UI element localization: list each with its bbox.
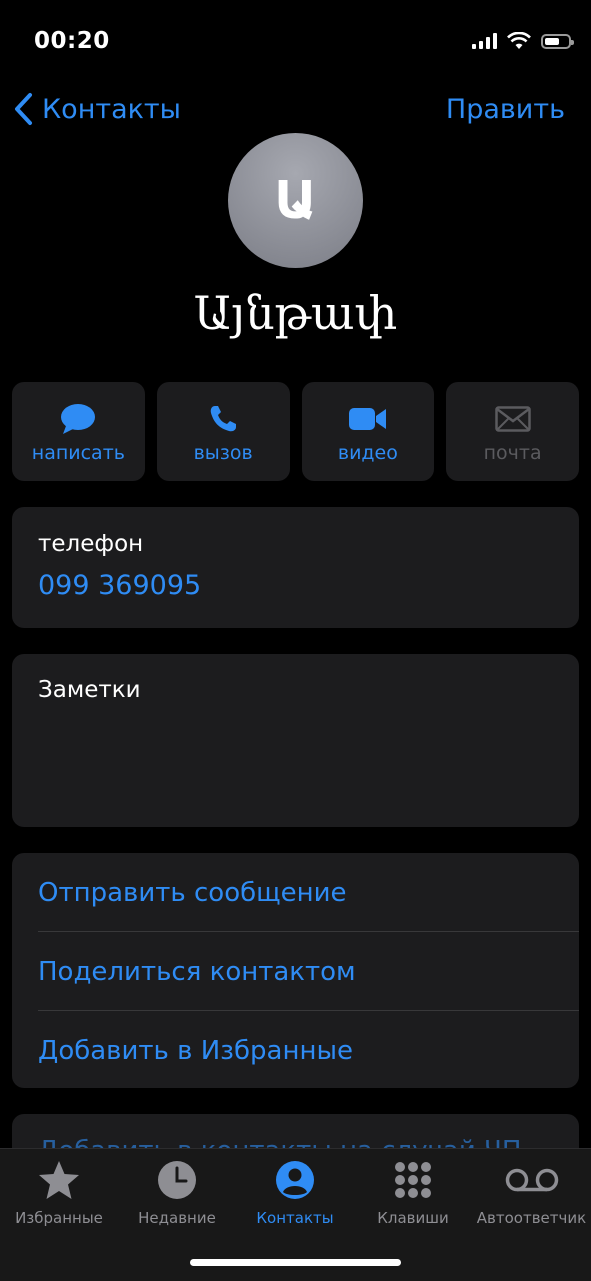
back-button[interactable]: Контакты — [12, 92, 181, 126]
tab-voicemail[interactable]: Автоответчик — [472, 1159, 591, 1227]
tab-contacts[interactable]: Контакты — [236, 1159, 354, 1227]
add-to-favorites-link[interactable]: Добавить в Избранные — [38, 1011, 579, 1090]
avatar: Ա — [228, 133, 363, 268]
clock-icon — [158, 1161, 196, 1199]
notes-label: Заметки — [38, 677, 141, 703]
video-action-label: видео — [337, 441, 398, 464]
mail-icon — [494, 405, 531, 432]
contact-name: Այնթափ — [193, 286, 398, 340]
status-icons — [472, 32, 574, 50]
message-icon — [61, 403, 96, 434]
phone-icon — [210, 405, 237, 431]
phone-label: телефон — [38, 531, 144, 557]
back-label: Контакты — [42, 93, 181, 125]
call-action-button[interactable]: вызов — [156, 382, 290, 481]
battery-icon — [541, 33, 574, 49]
keypad-icon — [395, 1162, 431, 1198]
tab-recents-label: Недавние — [138, 1209, 216, 1227]
edit-button[interactable]: Править — [446, 94, 565, 125]
star-icon — [39, 1161, 79, 1199]
actions-list-card: Отправить сообщение Поделиться контактом… — [12, 853, 579, 1088]
tab-contacts-label: Контакты — [256, 1209, 334, 1227]
voicemail-icon — [505, 1168, 558, 1192]
phone-number[interactable]: 099 369095 — [38, 570, 201, 601]
mail-action-button[interactable]: почта — [446, 382, 579, 481]
status-time: 00:20 — [34, 28, 110, 54]
person-circle-icon — [276, 1161, 314, 1199]
tab-keypad[interactable]: Клавиши — [354, 1159, 472, 1227]
chevron-left-icon — [15, 93, 32, 125]
cellular-signal-icon — [472, 33, 497, 49]
share-contact-link[interactable]: Поделиться контактом — [38, 932, 579, 1011]
message-action-label: написать — [31, 441, 125, 464]
tab-keypad-label: Клавиши — [377, 1209, 449, 1227]
video-action-button[interactable]: видео — [301, 382, 435, 481]
call-action-label: вызов — [193, 441, 253, 464]
quick-actions: написать вызов видео почта — [12, 382, 579, 481]
wifi-icon — [507, 32, 531, 49]
send-message-link[interactable]: Отправить сообщение — [38, 853, 579, 932]
tab-voicemail-label: Автоответчик — [476, 1209, 587, 1227]
phone-card[interactable]: телефон 099 369095 — [12, 507, 579, 628]
notes-card[interactable]: Заметки — [12, 654, 579, 827]
avatar-initial: Ա — [274, 170, 317, 231]
tab-recents[interactable]: Недавние — [118, 1159, 236, 1227]
tab-favorites-label: Избранные — [15, 1209, 103, 1227]
message-action-button[interactable]: написать — [12, 382, 145, 481]
tab-favorites[interactable]: Избранные — [0, 1159, 118, 1227]
video-icon — [348, 407, 386, 430]
home-indicator[interactable] — [190, 1259, 401, 1266]
mail-action-label: почта — [483, 441, 542, 464]
